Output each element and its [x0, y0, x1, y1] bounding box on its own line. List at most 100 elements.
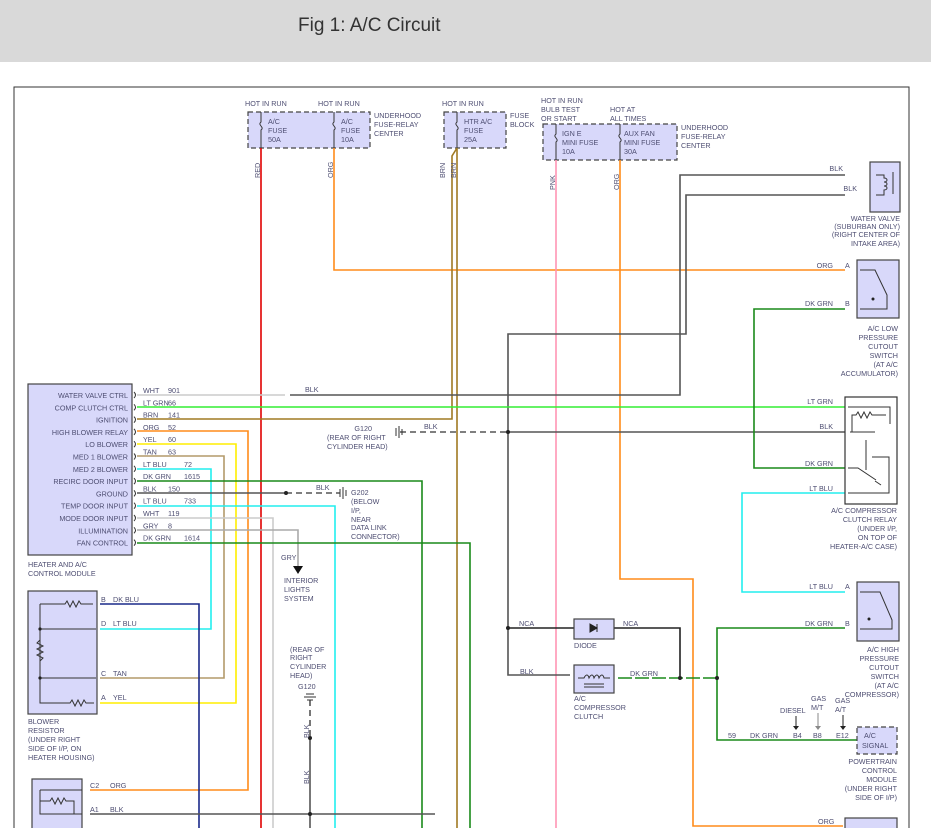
circuit-number: 901: [168, 386, 180, 395]
svg-text:RIGHT: RIGHT: [290, 653, 313, 662]
wire-color-label: YEL: [143, 435, 157, 444]
svg-text:A/C: A/C: [864, 731, 876, 740]
circuit-number: 8: [168, 521, 172, 530]
svg-text:DATA LINK: DATA LINK: [351, 523, 387, 532]
svg-text:(UNDER RIGHT: (UNDER RIGHT: [28, 735, 81, 744]
svg-text:G120: G120: [298, 682, 316, 691]
svg-text:GRY: GRY: [281, 553, 297, 562]
svg-text:MINI FUSE: MINI FUSE: [624, 138, 661, 147]
blower-relay-component: C2 A1: [31, 778, 99, 828]
wire-color-label: ORG: [143, 423, 160, 432]
diagram-frame: [13, 86, 910, 828]
module-pin-label: MED 1 BLOWER: [73, 453, 128, 462]
svg-text:(REAR OF RIGHT: (REAR OF RIGHT: [327, 433, 386, 442]
svg-text:CYLINDER: CYLINDER: [290, 662, 326, 671]
svg-text:ACCUMULATOR): ACCUMULATOR): [841, 369, 898, 378]
module-pin-label: MED 2 BLOWER: [73, 465, 128, 474]
svg-text:GAS: GAS: [811, 694, 826, 703]
connector-icon: [133, 440, 136, 448]
connector-icon: [133, 526, 136, 534]
svg-text:ORG: ORG: [817, 261, 834, 270]
svg-text:I/P,: I/P,: [351, 506, 361, 515]
module-pin-label: HIGH BLOWER RELAY: [52, 428, 128, 437]
svg-text:SIDE OF I/P): SIDE OF I/P): [855, 793, 897, 802]
svg-text:DK GRN: DK GRN: [750, 731, 778, 740]
svg-text:10A: 10A: [562, 147, 575, 156]
svg-text:SWITCH: SWITCH: [871, 672, 899, 681]
svg-text:30A: 30A: [624, 147, 637, 156]
bottom-right-component: [844, 817, 898, 828]
svg-text:G202: G202: [351, 488, 369, 497]
wire-color-label: TAN: [143, 448, 157, 457]
svg-text:FUSE: FUSE: [341, 126, 360, 135]
svg-text:HOT AT: HOT AT: [610, 105, 636, 114]
svg-text:(UNDER RIGHT: (UNDER RIGHT: [845, 784, 898, 793]
connector-icon: [133, 502, 136, 510]
module-pin-label: TEMP DOOR INPUT: [61, 502, 129, 511]
svg-text:ON TOP OF: ON TOP OF: [858, 533, 898, 542]
svg-text:C: C: [101, 669, 106, 678]
svg-text:DIODE: DIODE: [574, 641, 597, 650]
svg-text:GAS: GAS: [835, 696, 850, 705]
module-pin-label: LO BLOWER: [85, 440, 128, 449]
svg-text:NCA: NCA: [519, 619, 534, 628]
svg-text:INTERIOR: INTERIOR: [284, 576, 318, 585]
svg-text:CLUTCH: CLUTCH: [574, 712, 603, 721]
svg-text:PRESSURE: PRESSURE: [859, 654, 899, 663]
svg-text:HOT IN RUN: HOT IN RUN: [442, 99, 484, 108]
svg-text:SYSTEM: SYSTEM: [284, 594, 314, 603]
fuse-box-underhood-2: HOT IN RUNBULB TESTOR START HOT ATALL TI…: [541, 96, 728, 161]
svg-text:10A: 10A: [341, 135, 354, 144]
svg-text:FUSE-RELAY: FUSE-RELAY: [681, 132, 726, 141]
svg-text:FUSE: FUSE: [268, 126, 287, 135]
svg-text:HOT IN RUN: HOT IN RUN: [541, 96, 583, 105]
powertrain-control-module: A/C SIGNAL 59 DK GRN DIESEL B4 GAS M/T B…: [728, 694, 898, 802]
svg-text:A: A: [845, 582, 850, 591]
svg-text:HEATER AND A/C: HEATER AND A/C: [28, 560, 87, 569]
svg-text:BLK: BLK: [302, 724, 311, 738]
wire-org-low-switch: [333, 148, 845, 271]
svg-text:LT BLU: LT BLU: [809, 484, 833, 493]
svg-text:A: A: [845, 261, 850, 270]
wire-color-label: WHT: [143, 386, 160, 395]
svg-text:ORG: ORG: [612, 173, 621, 190]
connector-icon: [133, 465, 136, 473]
svg-text:ORG: ORG: [326, 161, 335, 178]
wire-color-label: LT BLU: [143, 460, 167, 469]
svg-text:UNDERHOOD: UNDERHOOD: [374, 111, 421, 120]
wire-color-label: DK GRN: [143, 472, 171, 481]
wire-color-label: DK GRN: [143, 534, 171, 543]
module-pin-label: WATER VALVE CTRL: [58, 391, 128, 400]
svg-text:COMPRESSOR): COMPRESSOR): [845, 690, 899, 699]
connector-icon: [133, 391, 136, 399]
circuit-number: 141: [168, 411, 180, 420]
svg-text:25A: 25A: [464, 135, 477, 144]
wire-color-label: BLK: [143, 484, 157, 493]
svg-text:IGN E: IGN E: [562, 129, 582, 138]
svg-text:CYLINDER HEAD): CYLINDER HEAD): [327, 442, 388, 451]
svg-text:B: B: [101, 595, 106, 604]
svg-text:HEAD): HEAD): [290, 671, 312, 680]
svg-text:DK GRN: DK GRN: [805, 299, 833, 308]
svg-text:ORG: ORG: [110, 781, 127, 790]
svg-text:CONNECTOR): CONNECTOR): [351, 532, 400, 541]
module-pin-label: GROUND: [96, 489, 128, 498]
svg-text:D: D: [101, 619, 106, 628]
svg-text:50A: 50A: [268, 135, 281, 144]
svg-text:A/C HIGH: A/C HIGH: [867, 645, 899, 654]
svg-text:A1: A1: [90, 805, 99, 814]
svg-text:B: B: [845, 619, 850, 628]
wire-dk-grn-pcm: [716, 627, 860, 741]
svg-text:PRESSURE: PRESSURE: [858, 333, 898, 342]
ac-high-pressure-cutout-switch: A B A/C HIGH PRESSURE CUTOUT SWITCH (AT …: [845, 581, 900, 699]
svg-text:FUSE: FUSE: [510, 111, 529, 120]
svg-text:(AT A/C: (AT A/C: [874, 360, 899, 369]
svg-text:DK BLU: DK BLU: [113, 595, 139, 604]
svg-text:HTR A/C: HTR A/C: [464, 117, 492, 126]
connector-icon: [133, 428, 136, 436]
svg-text:HOT IN RUN: HOT IN RUN: [318, 99, 360, 108]
wires: [90, 147, 860, 828]
svg-text:TAN: TAN: [113, 669, 127, 678]
svg-text:B4: B4: [793, 731, 802, 740]
module-pin-label: FAN CONTROL: [77, 539, 128, 548]
